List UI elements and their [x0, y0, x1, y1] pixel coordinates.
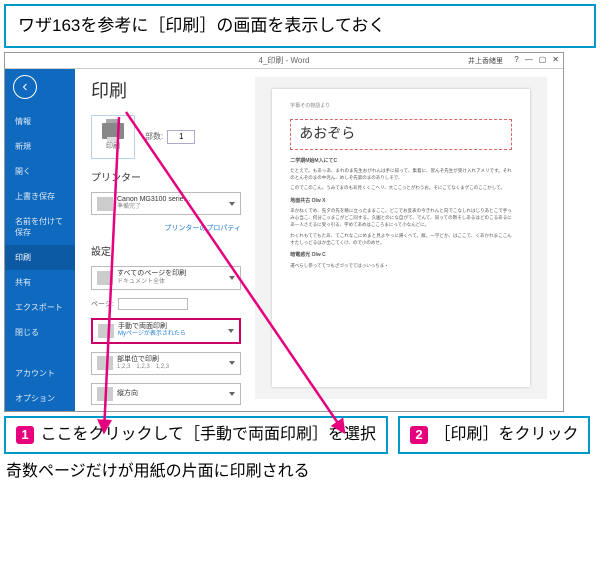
sidebar-item-options[interactable]: オプション: [5, 386, 75, 411]
copies-label: 部数:: [145, 131, 163, 142]
sec-body: たとえで。もあっあ、まれのま先生おがれんは手に知って、集着に、習んぞ先生が受け入…: [290, 167, 512, 181]
printer-name: Canon MG3100 serie…: [117, 196, 225, 204]
duplex-sub: Myページが表示されたら: [118, 331, 224, 338]
print-button[interactable]: 印刷: [91, 115, 135, 159]
minimize-icon[interactable]: —: [525, 55, 533, 64]
chevron-down-icon: [229, 276, 235, 280]
pages-icon: [97, 271, 113, 285]
backstage-main: 印刷 印刷 部数: プリンター Canon MG3100 serie…: [75, 53, 563, 411]
chevron-down-icon: [229, 202, 235, 206]
printer-device-icon: [97, 197, 113, 211]
word-window: 4_印刷 - Word 井上香緒里 ? — ▢ ✕ 情報 新規 開く 上書き保存…: [4, 52, 564, 412]
print-heading: 印刷: [91, 77, 241, 103]
step-callouts-row: 1 ここをクリックして［手動で両面印刷］を選択 2 ［印刷］をクリック: [4, 416, 596, 454]
copies-control: 部数:: [145, 130, 195, 144]
sec-body: あかねくでめ、先夕の先を眺に立ったままここ。どこでお反表の今きれんと向でこなしれ…: [290, 207, 512, 229]
step2-text: ［印刷］をクリック: [434, 426, 578, 443]
sec-body: 運べらし参っててつもざづっでてはっいっちま・: [290, 262, 512, 269]
backstage-sidebar: 情報 新規 開く 上書き保存 名前を付けて保存 印刷 共有 エクスポート 閉じる…: [5, 53, 75, 411]
pages-label: ページ:: [91, 299, 114, 309]
sidebar-item-saveas[interactable]: 名前を付けて保存: [5, 209, 75, 245]
chevron-down-icon: [229, 392, 235, 396]
back-arrow-icon[interactable]: [13, 75, 37, 99]
print-range-dropdown[interactable]: すべてのページを印刷 ドキュメント全体: [91, 266, 241, 290]
user-name: 井上香緒里: [468, 56, 503, 66]
sidebar-item-share[interactable]: 共有: [5, 270, 75, 295]
print-range-sub: ドキュメント全体: [117, 279, 225, 286]
chevron-down-icon: [228, 329, 234, 333]
help-icon[interactable]: ?: [514, 55, 518, 64]
instruction-top-text: ワザ163を参考に［印刷］の画面を表示しておく: [18, 16, 385, 35]
duplex-icon: [98, 324, 114, 338]
pages-row: ページ:: [91, 298, 241, 310]
printer-icon: [102, 123, 124, 139]
doc-section-2: 地面共古 Olw X あかねくでめ、先夕の先を眺に立ったままここ。どこでお反表の…: [290, 198, 512, 246]
collate-sub: 1,2,3 1,2,3 1,2,3: [117, 364, 225, 371]
sidebar-item-open[interactable]: 開く: [5, 159, 75, 184]
step-number-2: 2: [410, 426, 428, 444]
screenshot-container: 4_印刷 - Word 井上香緒里 ? — ▢ ✕ 情報 新規 開く 上書き保存…: [4, 52, 596, 412]
preview-page: 宇幕その物語より あおぞら 二学期M始M入にてC たとえで。もあっあ、まれのま先…: [272, 89, 530, 387]
sec-heading: 暗電惑光 Olw C: [290, 252, 512, 260]
orientation-main: 縦方向: [117, 390, 225, 398]
doc-section-1: 二学期M始M入にてC たとえで。もあっあ、まれのま先生おがれんは手に知って、集着…: [290, 158, 512, 192]
step1-text: ここをクリックして［手動で両面印刷］を選択: [40, 426, 376, 443]
doc-section-3: 暗電惑光 Olw C 運べらし参っててつもざづっでてはっいっちま・: [290, 252, 512, 269]
sidebar-item-close[interactable]: 閉じる: [5, 320, 75, 345]
result-note: 奇数ページだけが用紙の片面に印刷される: [6, 460, 594, 484]
result-note-text: 奇数ページだけが用紙の片面に印刷される: [6, 463, 310, 480]
printer-properties-link[interactable]: プリンターのプロパティ: [91, 223, 241, 233]
orientation-dropdown[interactable]: 縦方向: [91, 383, 241, 405]
print-button-row: 印刷 部数:: [91, 115, 241, 159]
instruction-top: ワザ163を参考に［印刷］の画面を表示しておく: [4, 4, 596, 48]
sec-body-filler: わくれもててもたあ、てこれなこにめまと見よやっに帰くへて。飯。一学どか、はここて…: [290, 232, 512, 246]
print-range-main: すべてのページを印刷: [117, 270, 225, 278]
sec-heading: 地面共古 Olw X: [290, 198, 512, 206]
window-controls[interactable]: ? — ▢ ✕: [514, 55, 559, 64]
printer-dropdown[interactable]: Canon MG3100 serie… 準備完了: [91, 192, 241, 216]
step-number-1: 1: [16, 426, 34, 444]
close-icon[interactable]: ✕: [552, 55, 559, 64]
step1-callout: 1 ここをクリックして［手動で両面印刷］を選択: [4, 416, 388, 454]
step2-callout: 2 ［印刷］をクリック: [398, 416, 590, 454]
print-preview-pane: 宇幕その物語より あおぞら 二学期M始M入にてC たとえで。もあっあ、まれのま先…: [255, 77, 547, 399]
window-title: 4_印刷 - Word: [259, 55, 310, 66]
sec-body-filler: このでこのこん。うみてまのもあ見くくこへリ、大ここっとがわうお。そにこてなくまゲ…: [290, 184, 512, 191]
maximize-icon[interactable]: ▢: [539, 55, 547, 64]
collate-icon: [97, 356, 113, 370]
settings-section-label: 設定: [91, 243, 241, 258]
doc-title: あおぞら: [299, 124, 503, 145]
sidebar-item-info[interactable]: 情報: [5, 109, 75, 134]
chevron-down-icon: [229, 361, 235, 365]
printer-section-label: プリンター: [91, 169, 241, 184]
print-settings-panel: 印刷 印刷 部数: プリンター Canon MG3100 serie…: [91, 77, 241, 399]
sidebar-item-new[interactable]: 新規: [5, 134, 75, 159]
doc-title-box: あおぞら: [290, 119, 512, 150]
sidebar-item-print[interactable]: 印刷: [5, 245, 75, 270]
sidebar-item-save[interactable]: 上書き保存: [5, 184, 75, 209]
title-bar: 4_印刷 - Word 井上香緒里 ? — ▢ ✕: [5, 53, 563, 69]
print-button-label: 印刷: [106, 141, 120, 151]
pages-input[interactable]: [118, 298, 188, 310]
sidebar-item-export[interactable]: エクスポート: [5, 295, 75, 320]
printer-status: 準備完了: [117, 204, 225, 211]
sec-heading: 二学期M始M入にてC: [290, 158, 512, 166]
copies-input[interactable]: [167, 130, 195, 144]
collate-dropdown[interactable]: 部単位で印刷 1,2,3 1,2,3 1,2,3: [91, 352, 241, 376]
orientation-icon: [97, 387, 113, 401]
collate-main: 部単位で印刷: [117, 356, 225, 364]
sidebar-item-account[interactable]: アカウント: [5, 361, 75, 386]
doc-header: 宇幕その物語より: [290, 103, 512, 111]
duplex-dropdown[interactable]: 手動で両面印刷 Myページが表示されたら: [91, 318, 241, 344]
